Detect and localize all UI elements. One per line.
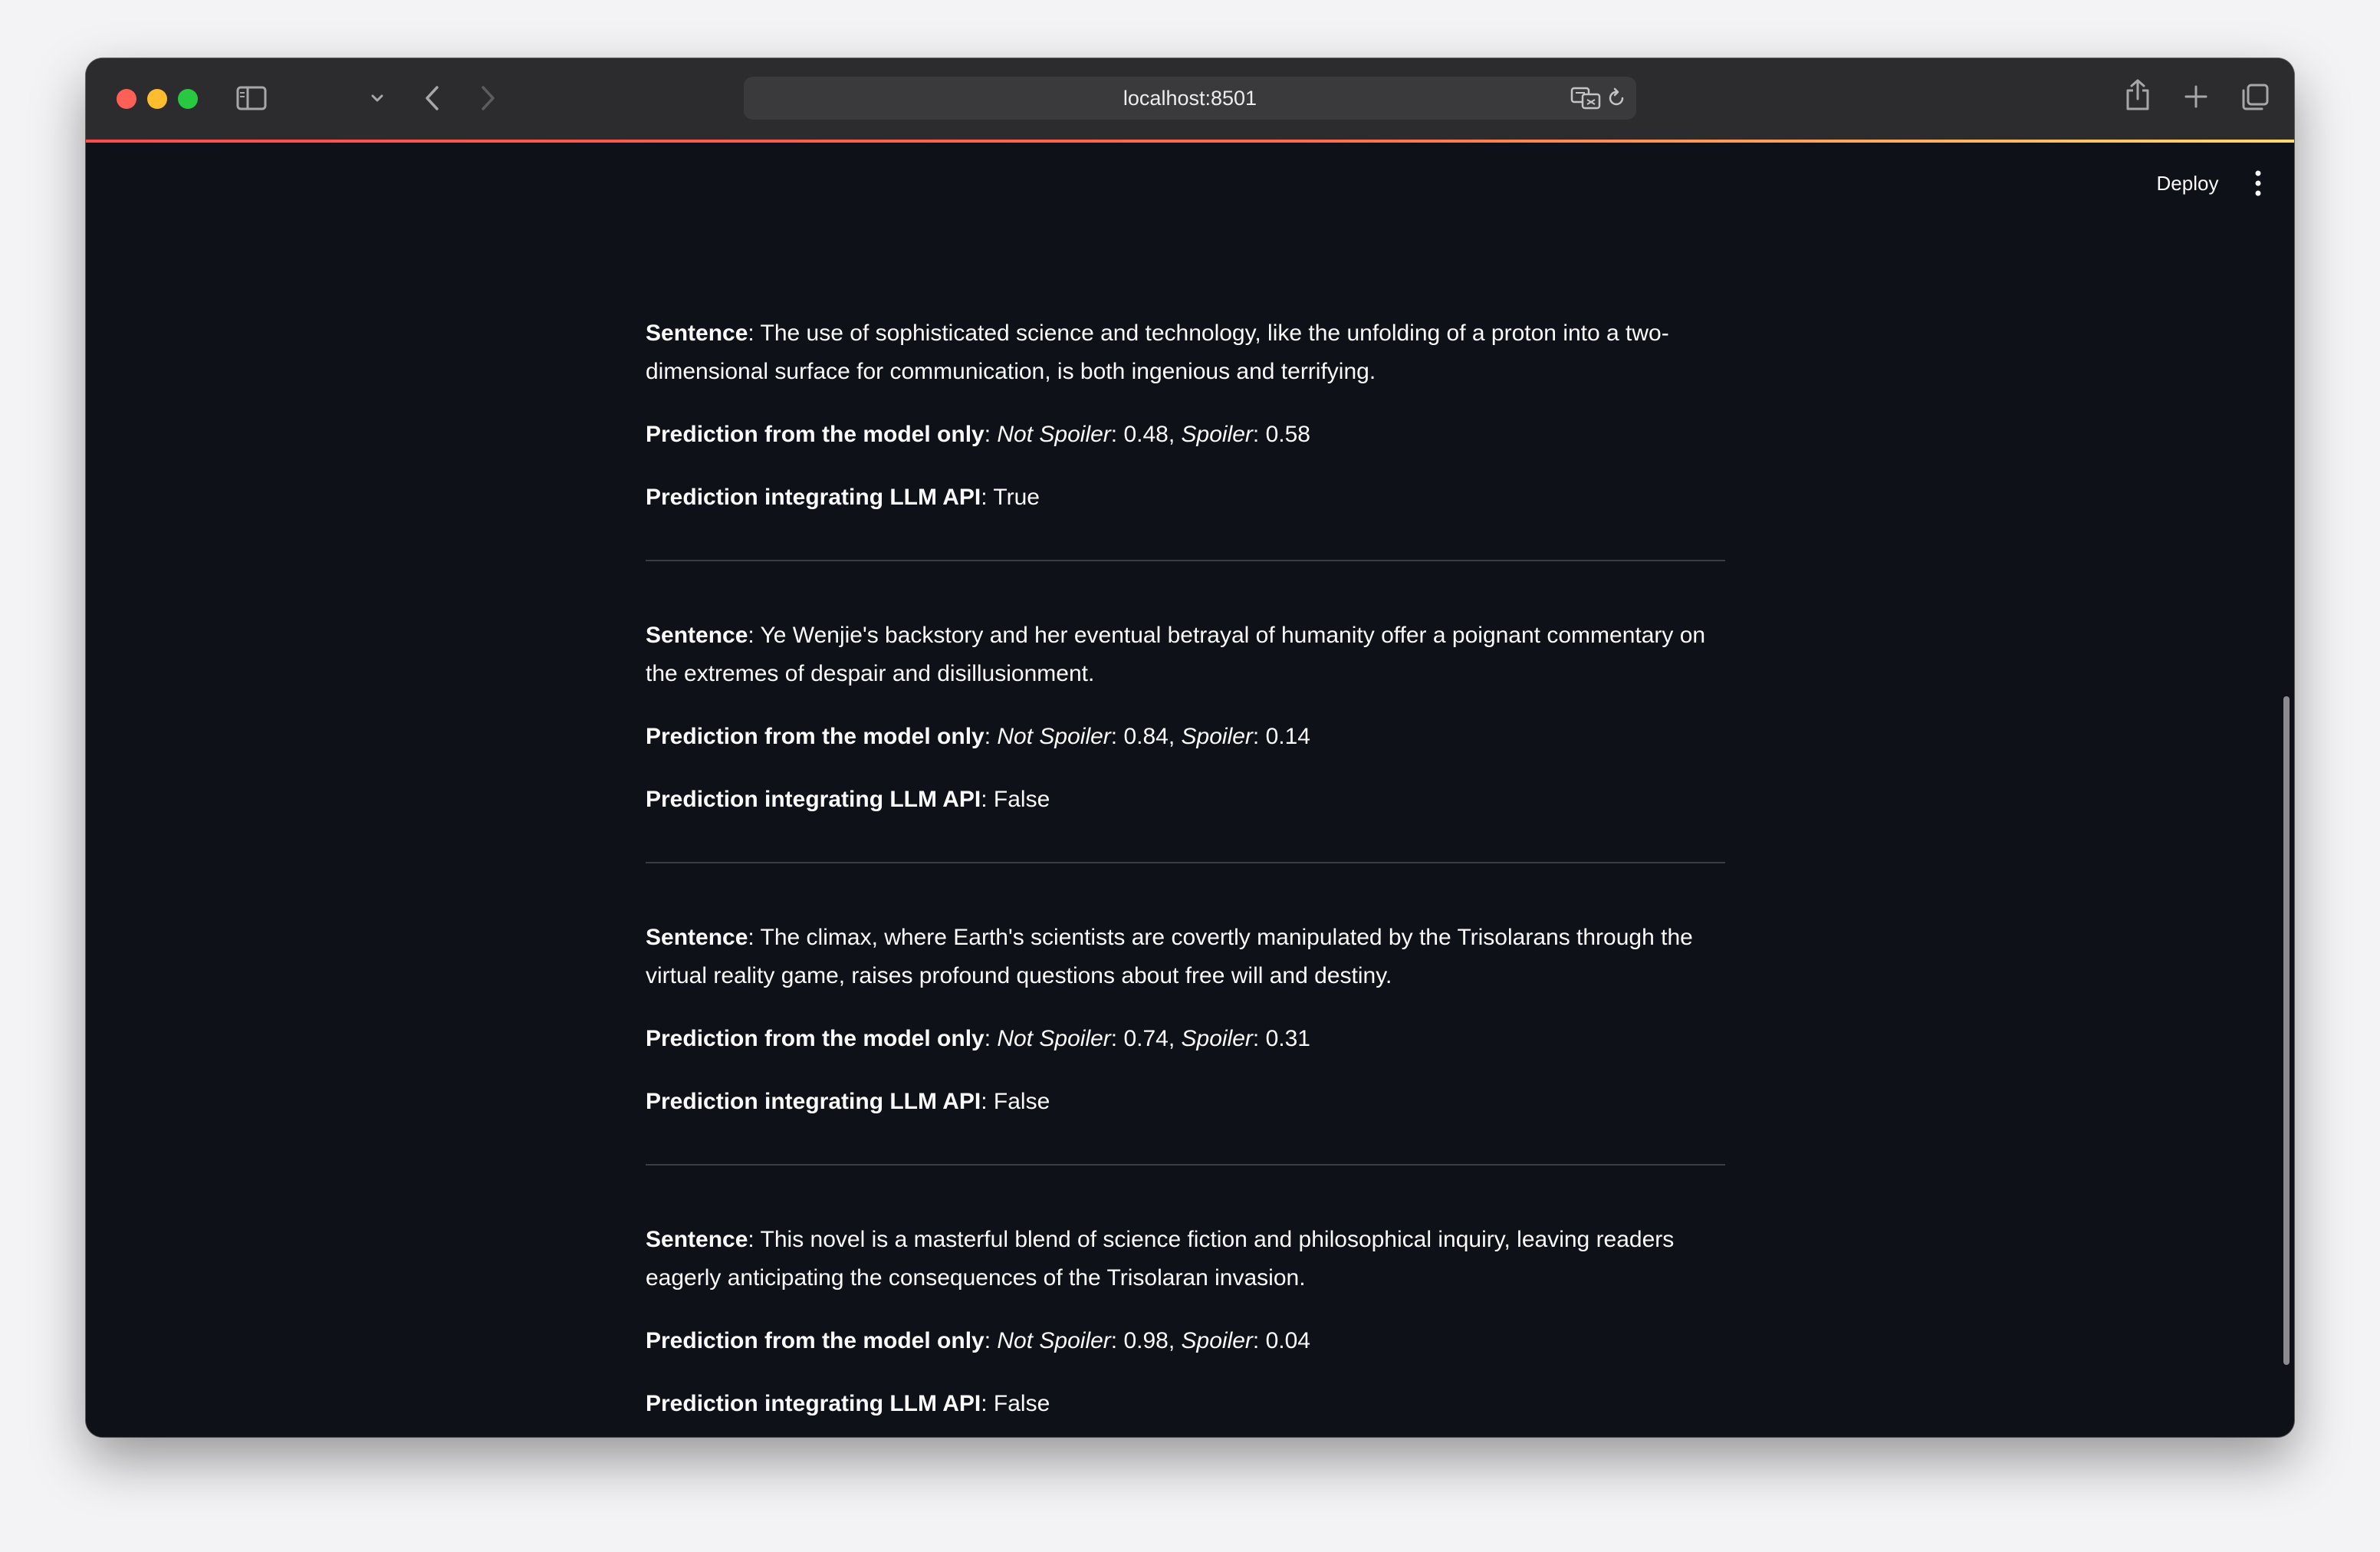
- back-icon[interactable]: [420, 83, 445, 113]
- sidebar-icon[interactable]: [236, 86, 267, 110]
- model-prediction: Prediction from the model only: Not Spoi…: [646, 1328, 1310, 1353]
- divider: [646, 560, 1725, 561]
- close-window-button[interactable]: [117, 89, 136, 109]
- share-icon[interactable]: [2124, 78, 2152, 112]
- deploy-button[interactable]: Deploy: [2141, 166, 2234, 201]
- address-bar[interactable]: localhost:8501: [744, 77, 1636, 120]
- sentence-text: Sentence: The climax, where Earth's scie…: [646, 925, 1693, 988]
- zoom-window-button[interactable]: [178, 89, 198, 109]
- plus-icon[interactable]: [2184, 84, 2208, 109]
- llm-prediction: Prediction integrating LLM API: False: [646, 1089, 1050, 1114]
- sentence-text: Sentence: Ye Wenjie's backstory and her …: [646, 623, 1706, 686]
- chevron-down-icon[interactable]: [370, 90, 385, 106]
- llm-prediction: Prediction integrating LLM API: True: [646, 485, 1040, 510]
- divider: [646, 862, 1725, 863]
- forward-icon[interactable]: [475, 83, 500, 113]
- browser-toolbar: localhost:8501: [86, 58, 2294, 141]
- scrollbar-thumb[interactable]: [2283, 696, 2290, 1365]
- browser-window: localhost:8501 Deploy Sentence: The use …: [86, 58, 2294, 1437]
- llm-prediction: Prediction integrating LLM API: False: [646, 787, 1050, 812]
- kebab-menu-icon[interactable]: [2247, 163, 2270, 204]
- model-prediction: Prediction from the model only: Not Spoi…: [646, 422, 1310, 447]
- tabs-overview-icon[interactable]: [2240, 83, 2270, 112]
- llm-prediction: Prediction integrating LLM API: False: [646, 1391, 1050, 1416]
- translate-icon[interactable]: [1570, 86, 1601, 110]
- sentence-text: Sentence: This novel is a masterful blen…: [646, 1227, 1675, 1291]
- minimize-window-button[interactable]: [147, 89, 167, 109]
- app-content: Deploy Sentence: The use of sophisticate…: [86, 143, 2294, 1437]
- url-text[interactable]: localhost:8501: [744, 77, 1636, 120]
- model-prediction: Prediction from the model only: Not Spoi…: [646, 1026, 1310, 1051]
- reload-icon[interactable]: [1606, 87, 1627, 109]
- divider: [646, 1164, 1725, 1166]
- sentence-text: Sentence: The use of sophisticated scien…: [646, 321, 1669, 384]
- model-prediction: Prediction from the model only: Not Spoi…: [646, 724, 1310, 749]
